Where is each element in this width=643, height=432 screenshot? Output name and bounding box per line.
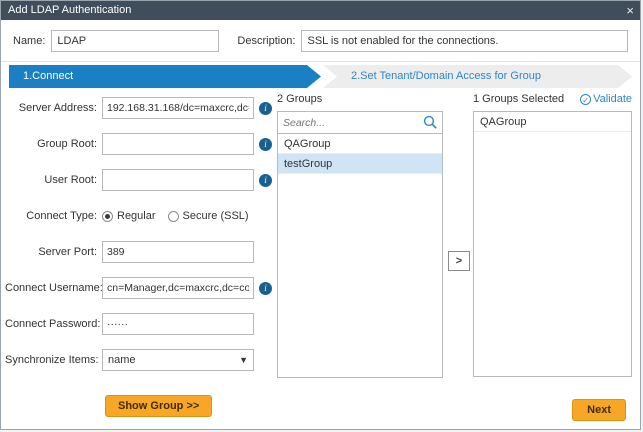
info-icon[interactable]: i bbox=[259, 102, 272, 115]
selected-groups-header: 1 Groups Selected ✓ Validate bbox=[473, 93, 632, 105]
synchronize-items-row: Synchronize Items: name ▼ bbox=[5, 349, 275, 371]
list-item[interactable]: testGroup bbox=[278, 154, 442, 174]
wizard-step-tenant-access[interactable]: 2.Set Tenant/Domain Access for Group bbox=[323, 65, 632, 88]
selected-groups-title: 1 Groups Selected bbox=[473, 93, 564, 105]
name-label: Name: bbox=[13, 35, 45, 47]
connect-type-radio-group: Regular Secure (SSL) bbox=[102, 210, 261, 222]
radio-regular-label: Regular bbox=[117, 210, 156, 222]
close-icon[interactable]: × bbox=[626, 1, 634, 20]
connect-username-row: Connect Username: i bbox=[5, 277, 275, 299]
info-icon[interactable]: i bbox=[259, 138, 272, 151]
list-item[interactable]: QAGroup bbox=[474, 112, 631, 132]
connect-password-label: Connect Password: bbox=[5, 318, 97, 330]
group-root-label: Group Root: bbox=[5, 138, 97, 150]
user-root-label: User Root: bbox=[5, 174, 97, 186]
user-root-row: User Root: i bbox=[5, 169, 275, 191]
radio-regular[interactable] bbox=[102, 211, 113, 222]
connect-type-label: Connect Type: bbox=[5, 210, 97, 222]
selected-groups-list[interactable]: QAGroup bbox=[473, 111, 632, 377]
chevron-down-icon: ▼ bbox=[239, 350, 248, 370]
name-description-row: Name: Description: bbox=[1, 20, 640, 62]
wizard-steps: 1.Connect 2.Set Tenant/Domain Access for… bbox=[9, 65, 632, 88]
connect-form: Server Address: i Group Root: i User Roo… bbox=[5, 97, 275, 417]
connect-username-label: Connect Username: bbox=[5, 282, 97, 294]
connect-username-input[interactable] bbox=[102, 277, 254, 299]
user-root-input[interactable] bbox=[102, 169, 254, 191]
info-icon[interactable]: i bbox=[259, 174, 272, 187]
validate-link[interactable]: ✓ Validate bbox=[580, 93, 632, 105]
server-port-label: Server Port: bbox=[5, 246, 97, 258]
server-address-row: Server Address: i bbox=[5, 97, 275, 119]
selected-groups-panel: 1 Groups Selected ✓ Validate QAGroup bbox=[473, 93, 632, 377]
group-root-input[interactable] bbox=[102, 133, 254, 155]
radio-secure-ssl-label: Secure (SSL) bbox=[183, 210, 249, 222]
info-icon[interactable]: i bbox=[259, 282, 272, 295]
server-port-input[interactable] bbox=[102, 241, 254, 263]
dialog-title: Add LDAP Authentication bbox=[8, 4, 131, 16]
search-icon[interactable] bbox=[423, 115, 438, 130]
server-address-label: Server Address: bbox=[5, 102, 97, 114]
synchronize-items-select[interactable]: name ▼ bbox=[102, 349, 254, 371]
server-port-row: Server Port: bbox=[5, 241, 275, 263]
group-search-input[interactable] bbox=[277, 111, 443, 134]
list-item[interactable]: QAGroup bbox=[278, 134, 442, 154]
connect-password-input[interactable] bbox=[102, 313, 254, 335]
available-groups-list[interactable]: QAGroup testGroup bbox=[277, 134, 443, 378]
synchronize-items-value: name bbox=[108, 354, 136, 366]
description-label: Description: bbox=[237, 35, 295, 47]
description-input[interactable] bbox=[301, 30, 628, 52]
next-button[interactable]: Next bbox=[572, 399, 626, 421]
connect-password-row: Connect Password: bbox=[5, 313, 275, 335]
show-group-button[interactable]: Show Group >> bbox=[105, 395, 212, 417]
validate-check-icon: ✓ bbox=[580, 94, 591, 105]
connect-type-row: Connect Type: Regular Secure (SSL) bbox=[5, 205, 275, 227]
wizard-step-connect[interactable]: 1.Connect bbox=[9, 65, 321, 88]
radio-secure-ssl[interactable] bbox=[168, 211, 179, 222]
add-ldap-dialog: Add LDAP Authentication × Name: Descript… bbox=[0, 0, 641, 430]
group-search bbox=[277, 111, 443, 134]
available-groups-panel: 2 Groups QAGroup testGroup bbox=[277, 93, 443, 378]
dialog-titlebar: Add LDAP Authentication × bbox=[1, 1, 640, 20]
validate-label: Validate bbox=[593, 93, 632, 105]
server-address-input[interactable] bbox=[102, 97, 254, 119]
available-groups-title: 2 Groups bbox=[277, 93, 443, 105]
synchronize-items-label: Synchronize Items: bbox=[5, 354, 97, 366]
group-root-row: Group Root: i bbox=[5, 133, 275, 155]
move-right-button[interactable]: > bbox=[448, 251, 470, 271]
name-input[interactable] bbox=[51, 30, 219, 52]
